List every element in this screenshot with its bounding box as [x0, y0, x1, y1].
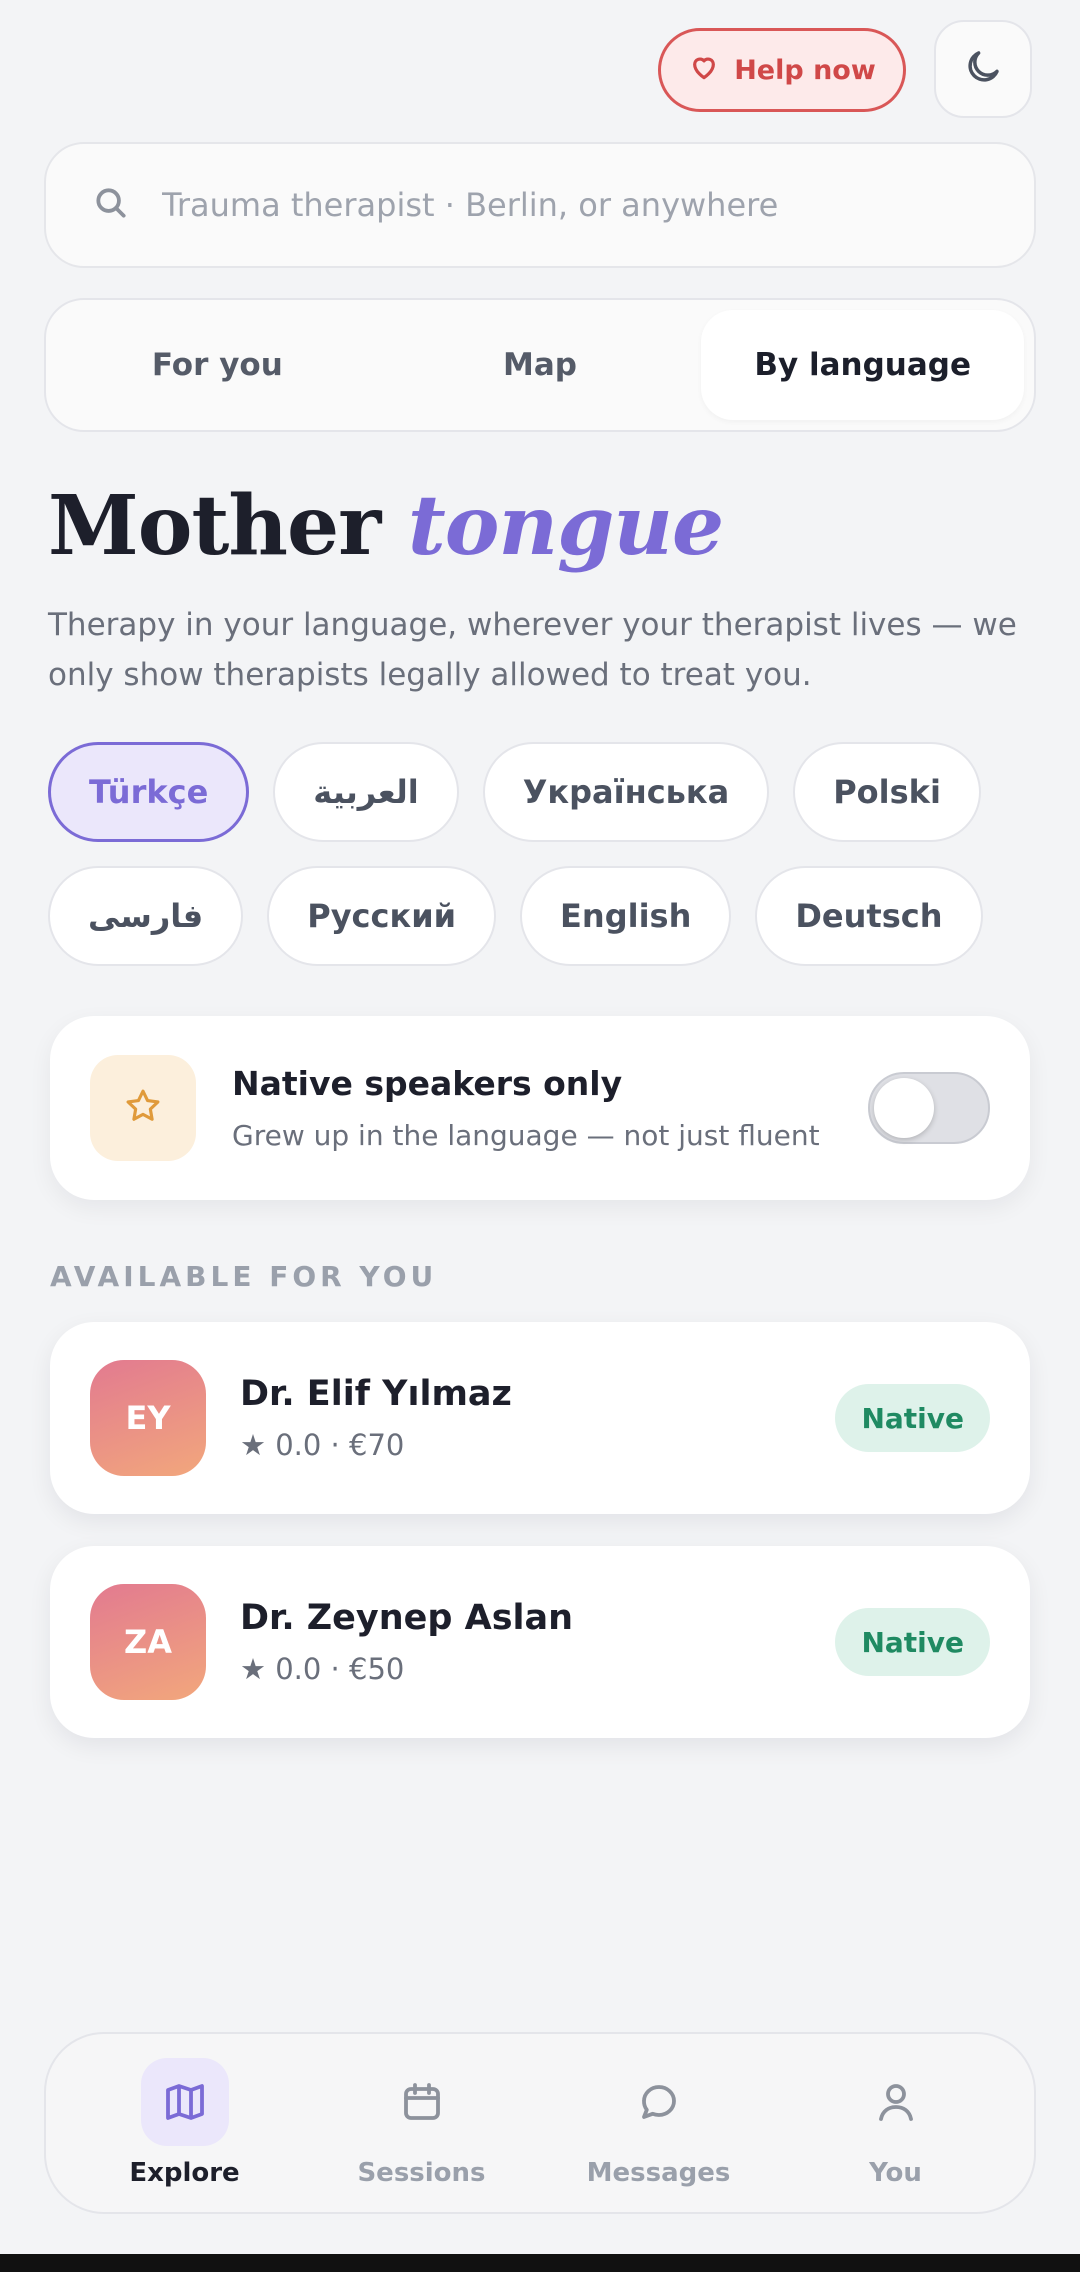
heart-icon: [688, 51, 720, 90]
toggle-knob: [874, 1078, 934, 1138]
map-icon: [140, 2058, 229, 2146]
page-title: Mother tongue: [48, 478, 724, 574]
language-chips: Türkçe العربية Українська Polski فارسی Р…: [48, 742, 1048, 966]
avatar: EY: [90, 1360, 206, 1476]
therapist-info: Dr. Zeynep Aslan ★ 0.0 · €50: [240, 1598, 835, 1686]
nav-label: Messages: [586, 2158, 731, 2188]
language-chip-ukrainian[interactable]: Українська: [482, 742, 770, 842]
language-chip-english[interactable]: English: [520, 866, 732, 966]
moon-icon: [962, 46, 1004, 92]
therapist-name: Dr. Zeynep Aslan: [240, 1598, 574, 1638]
section-label: AVAILABLE FOR YOU: [50, 1260, 438, 1293]
nav-label: You: [869, 2158, 922, 2188]
nav-label: Explore: [129, 2158, 240, 2188]
page-subtitle: Therapy in your language, wherever your …: [48, 607, 1017, 693]
native-filter-text: Native speakers only Grew up in the lang…: [232, 1064, 868, 1152]
language-chip-turkish[interactable]: Türkçe: [48, 742, 250, 842]
chat-bubble-icon: [615, 2058, 703, 2146]
nav-label: Sessions: [357, 2158, 486, 2188]
search-bar[interactable]: [44, 142, 1036, 268]
nav-explore[interactable]: Explore: [75, 2058, 295, 2188]
title-accent: tongue: [407, 478, 724, 574]
tab-by-language[interactable]: By language: [701, 310, 1025, 420]
native-filter-title: Native speakers only: [232, 1064, 623, 1103]
view-tabs: For you Map By language: [44, 298, 1036, 432]
avatar: ZA: [90, 1584, 206, 1700]
help-now-button[interactable]: Help now: [658, 28, 906, 112]
nav-messages[interactable]: Messages: [549, 2058, 769, 2188]
native-speakers-card: Native speakers only Grew up in the lang…: [50, 1016, 1030, 1200]
therapist-rating-price: ★ 0.0 · €50: [240, 1652, 405, 1686]
dark-mode-button[interactable]: [934, 20, 1032, 118]
page: Help now For you Map By language Mother …: [0, 0, 1080, 2272]
therapist-info: Dr. Elif Yılmaz ★ 0.0 · €70: [240, 1374, 835, 1462]
therapist-rating-price: ★ 0.0 · €70: [240, 1428, 405, 1462]
native-speakers-toggle[interactable]: [868, 1072, 990, 1144]
search-icon: [92, 184, 162, 226]
language-chip-polish[interactable]: Polski: [793, 742, 981, 842]
title-main: Mother: [48, 478, 381, 574]
calendar-icon: [378, 2058, 466, 2146]
native-badge: Native: [835, 1384, 990, 1452]
tab-for-you[interactable]: For you: [56, 310, 379, 420]
tab-map[interactable]: Map: [379, 310, 702, 420]
therapist-card[interactable]: EY Dr. Elif Yılmaz ★ 0.0 · €70 Native: [50, 1322, 1030, 1514]
user-icon: [852, 2058, 940, 2146]
nav-you[interactable]: You: [786, 2058, 1006, 2188]
therapist-name: Dr. Elif Yılmaz: [240, 1374, 512, 1414]
language-chip-german[interactable]: Deutsch: [755, 866, 983, 966]
search-input[interactable]: [162, 186, 1034, 224]
star-tile: [90, 1055, 196, 1161]
star-icon: [122, 1085, 164, 1131]
language-chip-arabic[interactable]: العربية: [273, 742, 459, 842]
therapist-card[interactable]: ZA Dr. Zeynep Aslan ★ 0.0 · €50 Native: [50, 1546, 1030, 1738]
language-chip-russian[interactable]: Русский: [267, 866, 497, 966]
native-badge: Native: [835, 1608, 990, 1676]
bottom-nav: Explore Sessions Messages You: [44, 2032, 1036, 2214]
native-filter-subtitle: Grew up in the language — not just fluen…: [232, 1119, 820, 1152]
nav-sessions[interactable]: Sessions: [312, 2058, 532, 2188]
language-chip-persian[interactable]: فارسی: [48, 866, 244, 966]
system-gesture-bar: [0, 2254, 1080, 2272]
help-now-label: Help now: [734, 54, 876, 86]
